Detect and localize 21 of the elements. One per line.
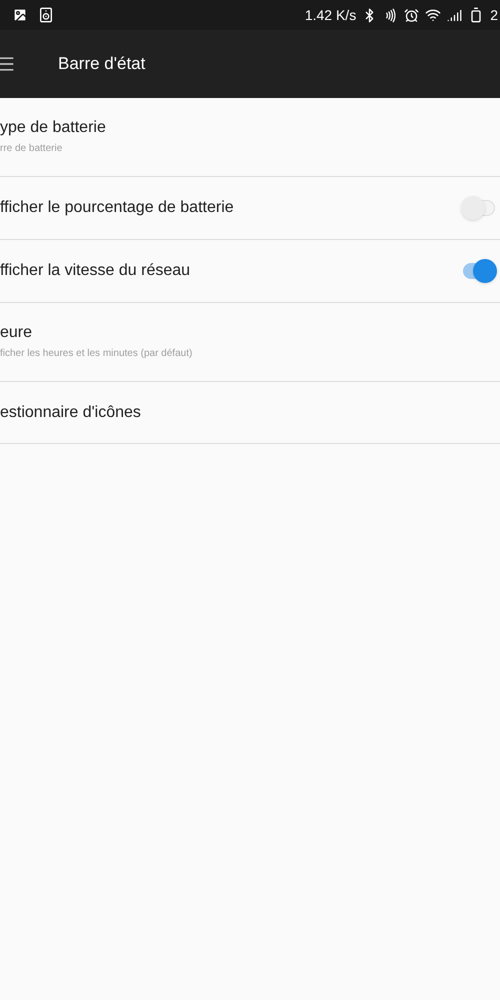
toolbar-title: Barre d'état: [58, 53, 146, 76]
setting-summary: rre de batterie: [0, 142, 64, 156]
setting-summary: ficher les heures et les minutes (par défaut): [0, 347, 192, 361]
setting-row[interactable]: fficher la vitesse du réseau: [0, 240, 500, 303]
nfc-icon: [383, 8, 398, 22]
setting-row[interactable]: estionnaire d'icônes: [0, 382, 500, 444]
network-speed: 1.42 K/s: [304, 6, 356, 24]
setting-title: ype de batterie: [0, 118, 106, 138]
setting-title: fficher la vitesse du réseau: [0, 261, 190, 281]
wifi-icon: [425, 7, 442, 23]
setting-title: fficher le pourcentage de batterie: [0, 198, 234, 218]
setting-title: eure: [0, 323, 34, 343]
setting-row[interactable]: ype de batterie rre de batterie: [0, 98, 500, 177]
image-icon: [12, 7, 28, 23]
alarm-icon: [404, 8, 420, 22]
speaker-icon: [38, 7, 54, 23]
setting-row[interactable]: fficher le pourcentage de batterie: [0, 177, 500, 240]
clock: 2: [490, 6, 498, 24]
signal-icon: [447, 8, 462, 22]
setting-row[interactable]: eure ficher les heures et les minutes (par défaut): [0, 303, 500, 382]
setting-title: estionnaire d'icônes: [0, 402, 141, 422]
